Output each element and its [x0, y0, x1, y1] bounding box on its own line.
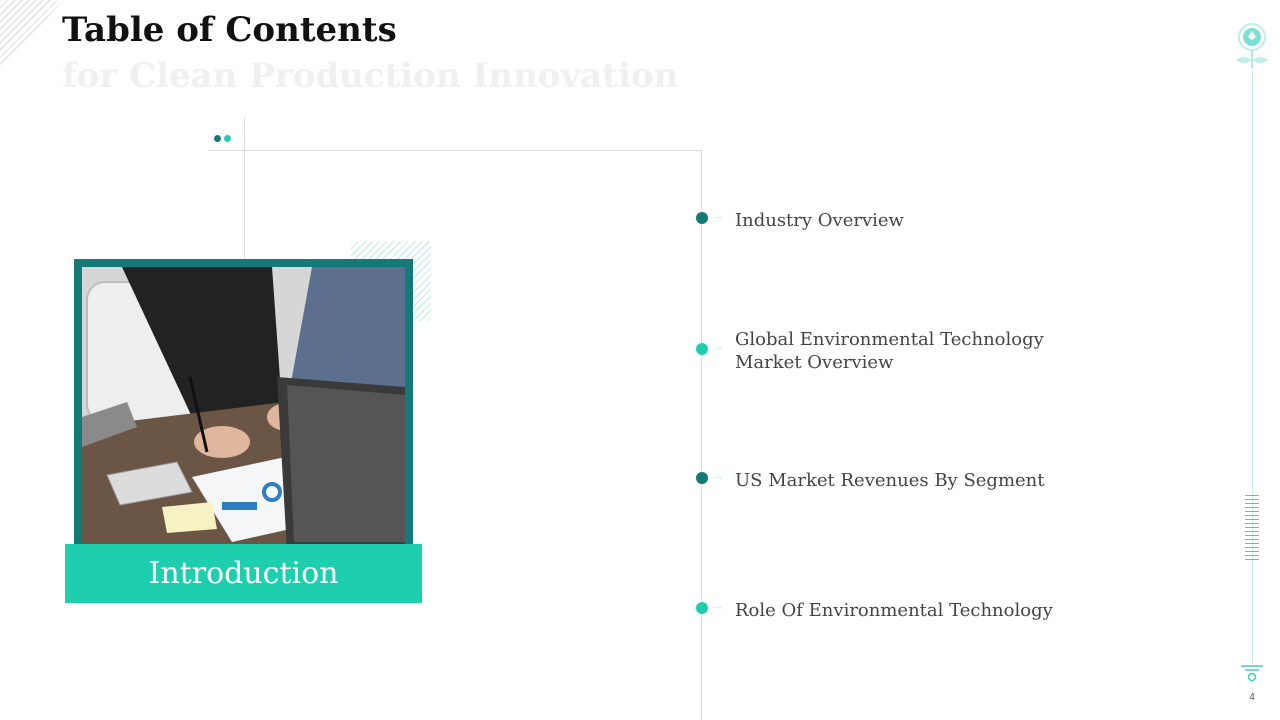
toc-item-label: US Market Revenues By Segment — [735, 470, 1045, 491]
divider-horizontal-top — [208, 150, 702, 151]
accent-dot-light — [224, 135, 231, 142]
photo-frame — [74, 259, 413, 559]
toc-bullet-icon — [696, 472, 708, 484]
arrow-right-icon: → — [713, 342, 723, 355]
toc-timeline-line — [701, 150, 702, 720]
business-meeting-photo — [82, 267, 405, 551]
toc-item-label: Global Environmental Technology Market O… — [735, 329, 1044, 373]
toc-bullet-icon — [696, 343, 708, 355]
toc-item[interactable]: → Industry Overview — [696, 209, 1055, 232]
corner-hatch-decoration — [0, 0, 64, 68]
page-number: 4 — [1249, 692, 1255, 703]
page-subtitle: for Clean Production Innovation — [62, 56, 679, 96]
page-title: Table of Contents — [62, 10, 397, 50]
toc-item-label: Industry Overview — [735, 210, 904, 231]
decoration-tick-marks — [1245, 495, 1259, 563]
decoration-right-line — [1252, 66, 1253, 664]
arrow-right-icon: → — [713, 471, 723, 484]
arrow-right-icon: → — [713, 211, 723, 224]
toc-item[interactable]: → Global Environmental Technology Market… — [696, 328, 1045, 374]
toc-bullet-icon — [696, 212, 708, 224]
lightbulb-plant-icon — [1234, 22, 1270, 74]
divider-vertical-left — [244, 117, 245, 260]
toc-bullet-icon — [696, 602, 708, 614]
toc-item-label: Role Of Environmental Technology — [735, 600, 1053, 621]
accent-dot-dark — [214, 135, 221, 142]
toc-item[interactable]: → US Market Revenues By Segment — [696, 469, 1055, 492]
plug-icon — [1240, 664, 1264, 688]
photo-illustration — [82, 267, 405, 551]
accent-dots — [214, 135, 231, 142]
arrow-right-icon: → — [713, 601, 723, 614]
section-label-introduction: Introduction — [65, 544, 422, 603]
toc-item[interactable]: → Role Of Environmental Technology — [696, 599, 1055, 622]
